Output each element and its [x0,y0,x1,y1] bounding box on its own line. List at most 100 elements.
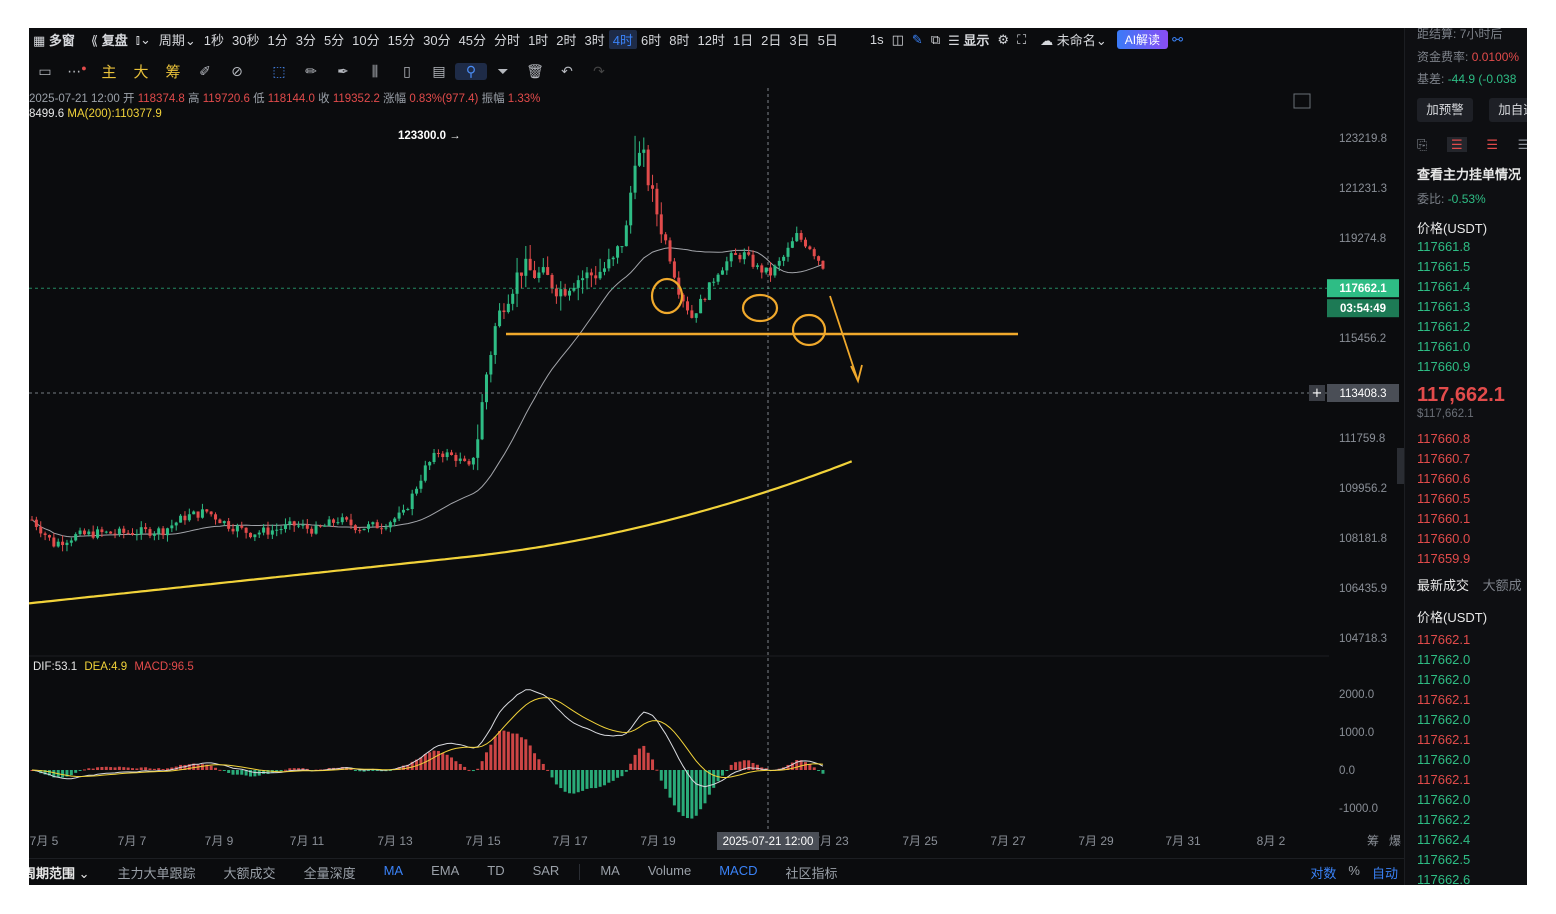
candle-body-55 [270,530,274,535]
scale-option-0[interactable]: 对数 [1304,863,1342,882]
expand-chart-icon[interactable] [1293,93,1311,109]
candle-body-103 [480,402,484,440]
candle-body-4 [47,535,51,538]
macd-bar-114 [528,745,532,770]
ask-row-4[interactable]: 117661.2 [1417,319,1470,334]
tool-tab-2[interactable]: 全量深度 [290,863,370,882]
candle-body-21 [122,528,126,533]
bid-row-1[interactable]: 117660.7 [1417,451,1470,466]
axis-toggle-0[interactable]: 筹 [1367,834,1379,848]
bid-row-3[interactable]: 117660.5 [1417,491,1470,506]
alert-button[interactable]: 加预警 [1417,98,1473,122]
candle-body-22 [126,532,130,534]
macd-bar-59 [288,768,292,770]
book-asks-icon[interactable]: ☰ [1518,137,1527,152]
candle-body-158 [720,270,724,275]
candle-body-52 [257,532,261,535]
tool-tab-0[interactable]: 主力大单跟踪 [104,863,210,882]
candle-body-75 [358,530,362,532]
macd-bar-92 [432,750,436,770]
book-bids-icon[interactable]: ☰ [1486,137,1498,152]
ask-row-3[interactable]: 117661.3 [1417,299,1470,314]
macd-bar-181 [821,770,825,774]
candle-body-91 [428,462,432,466]
candle-body-48 [240,525,244,528]
candlestick-chart[interactable]: 123219.8 121231.3 119274.8 115456.2 111759.8… [29,28,1404,858]
indicator-tab-2[interactable]: MACD [705,863,771,882]
macd-bar-44 [222,770,226,771]
price-tick-4: 111759.8 [1339,433,1385,445]
bid-row-6[interactable]: 117659.9 [1417,551,1470,566]
link-icon[interactable]: ⎘ [1417,137,1427,152]
indicator-tab-1[interactable]: Volume [634,863,705,882]
ask-row-6[interactable]: 117660.9 [1417,359,1470,374]
candle-body-170 [773,265,777,276]
candle-body-82 [388,522,392,528]
bid-row-4[interactable]: 117660.1 [1417,511,1470,526]
price-tick-1: 121231.3 [1339,183,1387,195]
candle-body-122 [563,289,567,296]
macd-bar-138 [633,754,637,770]
book-both-icon[interactable]: ☰ [1447,137,1467,152]
macd-bar-109 [506,731,510,770]
macd-bar-46 [231,770,235,775]
time-tick-10: 7月 27 [990,834,1026,848]
candle-body-32 [170,525,174,529]
ask-row-1[interactable]: 117661.5 [1417,259,1470,274]
scale-option-1[interactable]: % [1342,863,1366,882]
candle-body-56 [275,529,279,531]
tool-tab-6[interactable]: SAR [519,863,574,882]
macd-bar-21 [122,767,126,770]
ask-row-2[interactable]: 117661.4 [1417,279,1470,294]
macd-bar-13 [87,768,91,770]
macd-bar-131 [602,770,606,786]
macd-bar-128 [589,770,593,789]
ask-row-0[interactable]: 117661.8 [1417,239,1470,254]
candle-body-160 [729,253,733,262]
indicator-tab-0[interactable]: MA [586,863,634,882]
tool-tab-5[interactable]: TD [473,863,518,882]
ask-row-5[interactable]: 117661.0 [1417,339,1470,354]
tab-large-trades[interactable]: 大额成 [1483,578,1522,593]
add-watchlist-button[interactable]: 加自选 [1489,98,1527,122]
macd-bar-164 [747,760,751,770]
bid-row-2[interactable]: 117660.6 [1417,471,1470,486]
macd-bar-117 [541,763,545,770]
candle-body-77 [366,524,370,529]
candle-body-154 [703,298,707,300]
macd-bar-126 [581,770,585,791]
axis-toggle-1[interactable]: 爆 [1389,834,1401,848]
candle-body-152 [694,313,698,318]
candle-body-111 [515,272,519,294]
range-label: 周期范围 [29,865,76,881]
candle-body-65 [314,525,318,534]
macd-bar-179 [812,767,816,770]
candle-body-123 [568,290,572,296]
macd-bar-112 [519,737,523,770]
tab-latest-trades[interactable]: 最新成交 [1417,578,1469,593]
macd-bar-95 [445,754,449,770]
panel-collapse-handle[interactable] [1397,448,1404,484]
macd-bar-25 [139,767,143,770]
candle-body-90 [423,465,427,481]
indicator-tab-3[interactable]: 社区指标 [771,863,851,882]
tool-tab-4[interactable]: EMA [417,863,473,882]
whale-orders-link[interactable]: 查看主力挂单情况 [1417,164,1521,183]
tool-tab-3[interactable]: MA [370,863,418,882]
candle-body-129 [594,275,598,279]
tool-tab-1[interactable]: 大额成交 [210,863,290,882]
candle-body-105 [489,355,493,375]
macd-bar-43 [218,769,222,771]
candle-body-86 [406,509,410,511]
bid-row-5[interactable]: 117660.0 [1417,531,1470,546]
macd-legend: DIF:53.1 DEA:4.9 MACD:96.5 [33,661,194,673]
macd-bar-115 [533,753,537,770]
bid-row-0[interactable]: 117660.8 [1417,431,1470,446]
candle-body-144 [659,214,663,235]
candle-body-145 [664,234,668,241]
macd-bar-106 [493,736,497,770]
range-dropdown[interactable]: 周期范围 ⌄ [29,863,104,882]
candle-body-104 [484,374,488,403]
scale-option-2[interactable]: 自动 [1366,863,1404,882]
divider [579,864,581,880]
